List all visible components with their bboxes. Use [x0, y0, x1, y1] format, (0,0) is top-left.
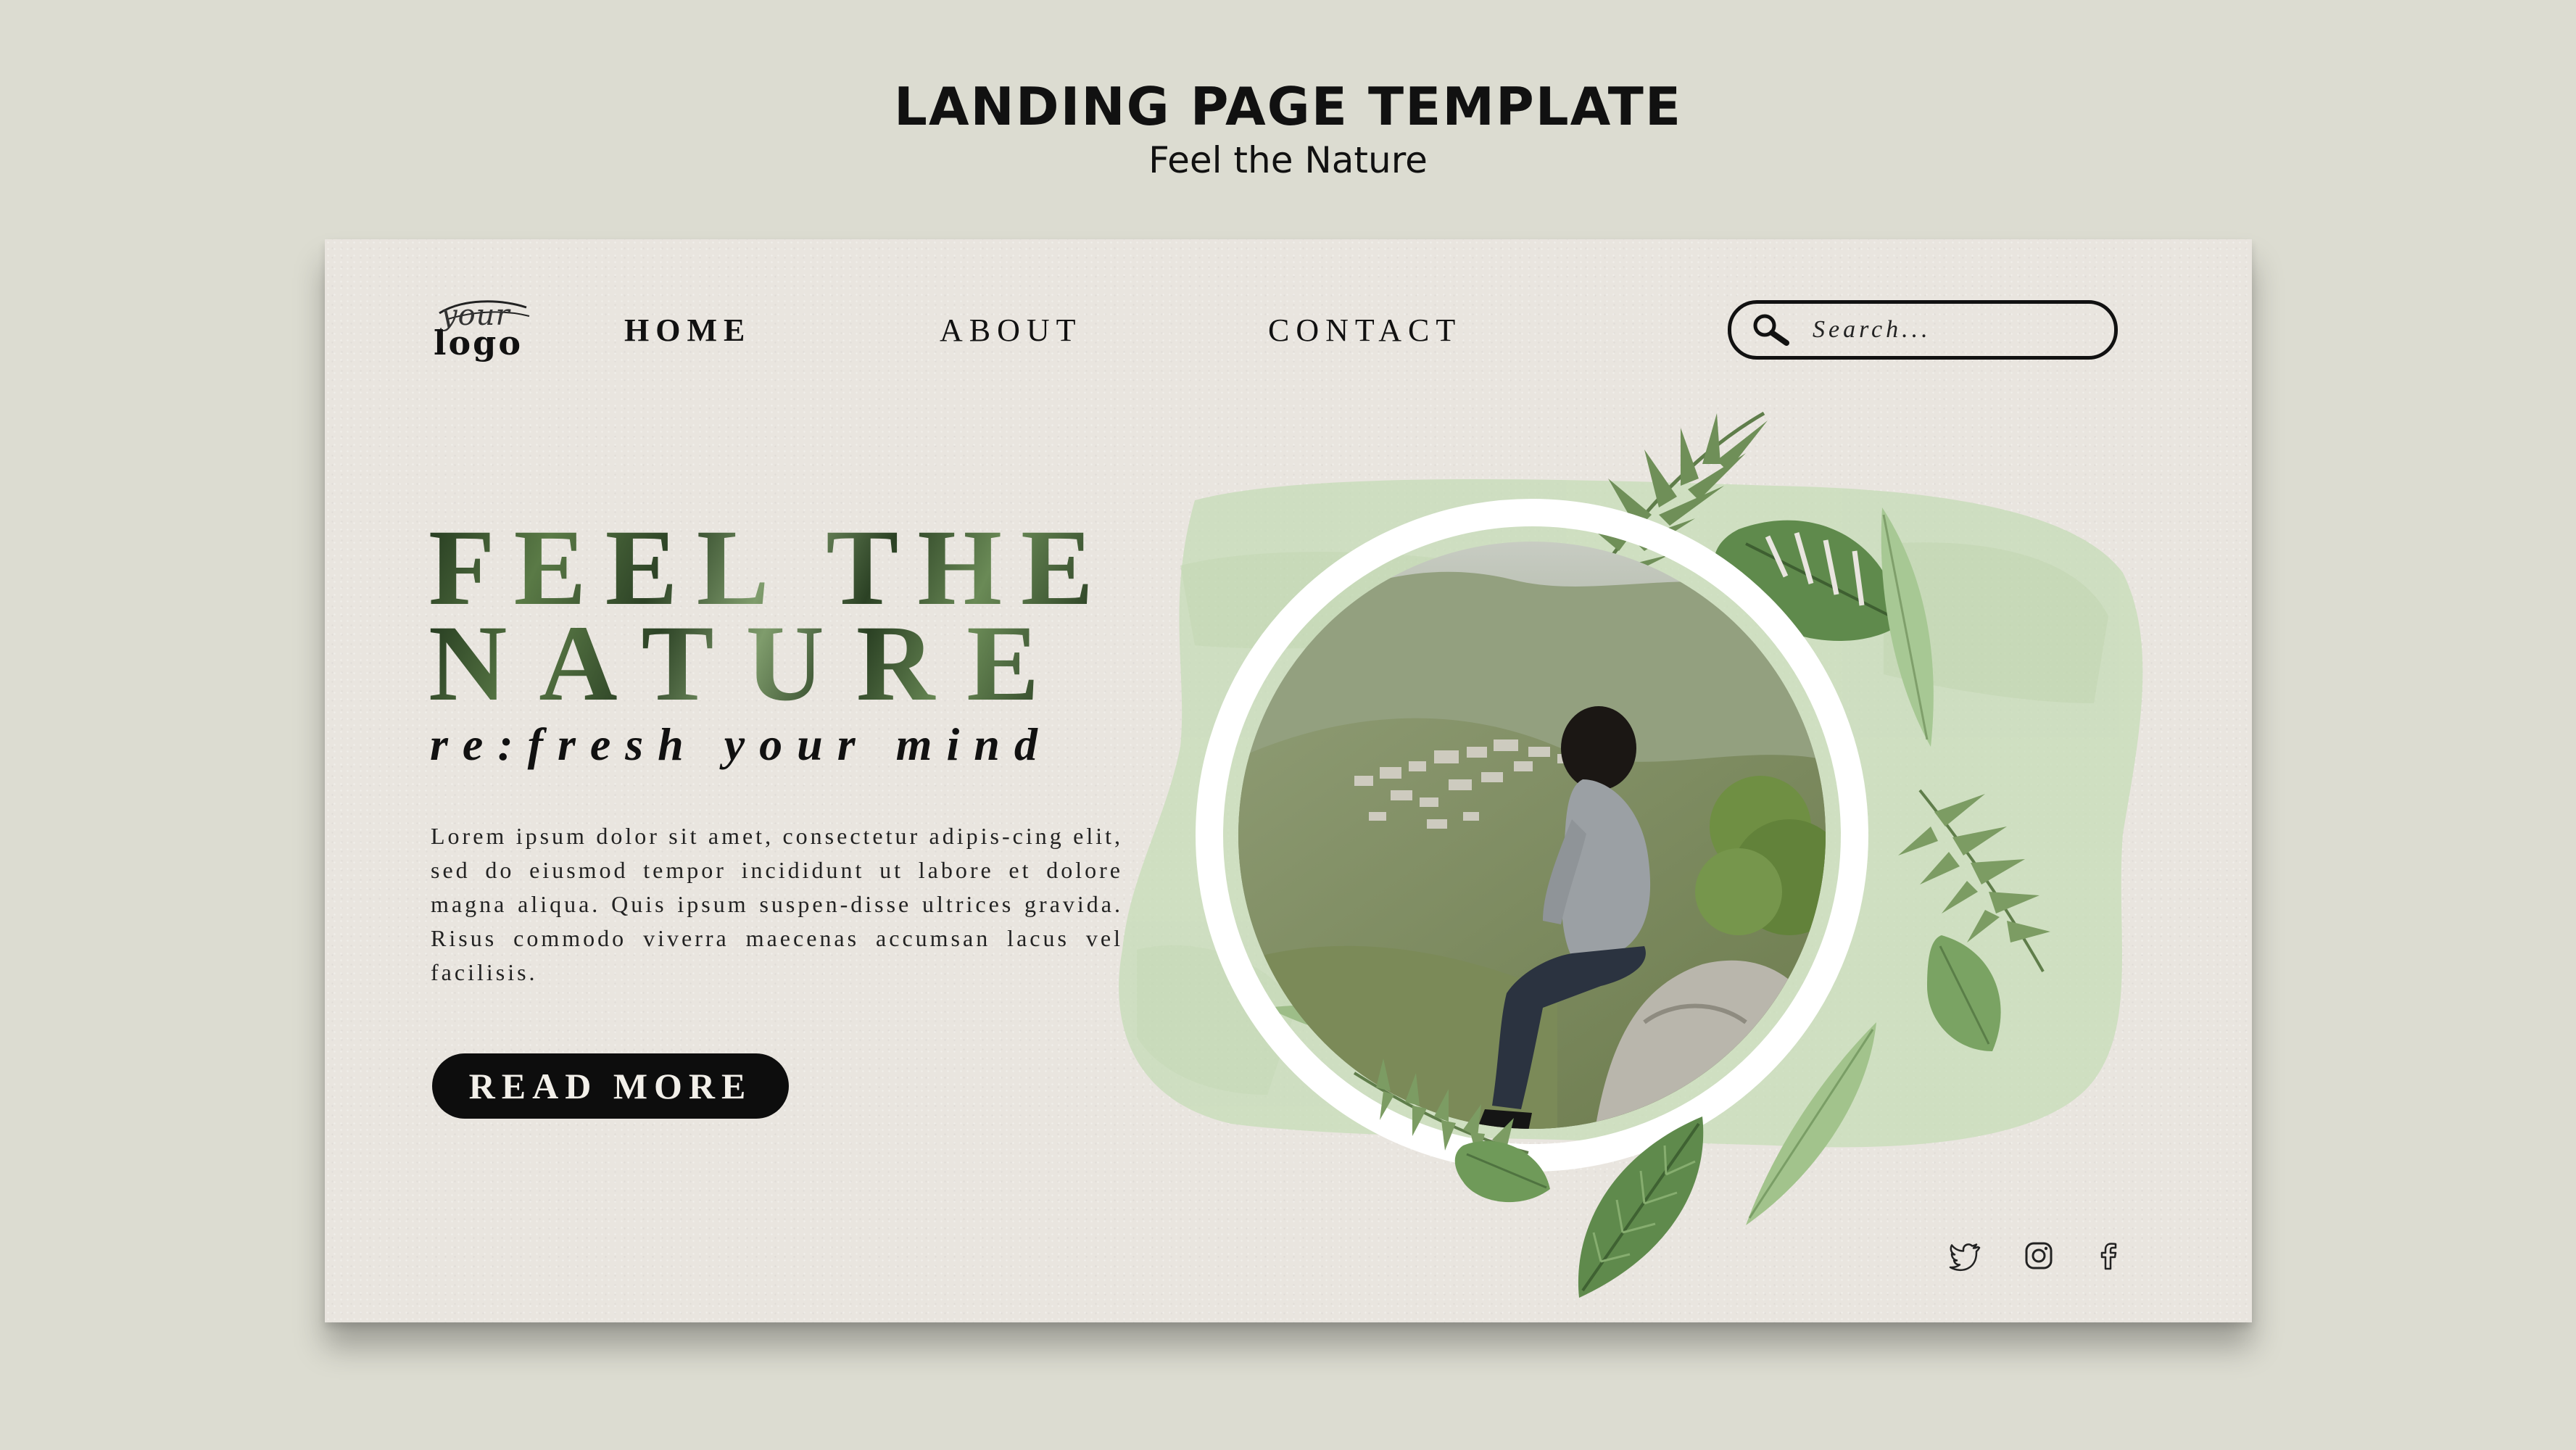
twitter-icon[interactable]: [1947, 1238, 1982, 1273]
instagram-icon[interactable]: [2021, 1238, 2056, 1273]
hero-artwork: [1119, 411, 2143, 1298]
template-heading: LANDING PAGE TEMPLATE: [893, 76, 1683, 137]
facebook-icon[interactable]: [2091, 1238, 2126, 1273]
template-subheading: Feel the Nature: [1148, 139, 1428, 181]
landing-page-card: your logo HOME ABOUT CONTACT FEEL THE NA…: [325, 239, 2252, 1322]
